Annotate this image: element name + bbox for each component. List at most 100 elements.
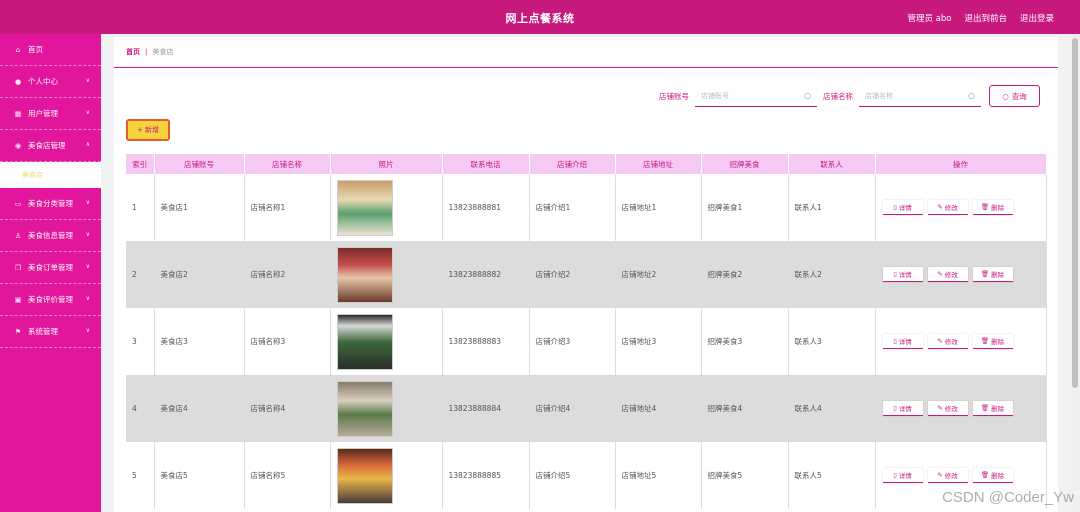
flag-icon: ⚑ (14, 327, 22, 336)
scrollbar-thumb[interactable] (1072, 38, 1078, 388)
cell-index: 5 (126, 442, 155, 509)
cell-index: 2 (126, 241, 155, 308)
chevron-down-icon: ∨ (85, 77, 90, 84)
sidebar-subitem-shop[interactable]: 美食店 (0, 162, 101, 188)
table-row: 5 美食店5 店铺名称5 13823888885 店铺介绍5 店铺地址5 招牌美食5 联系人5… (126, 442, 1047, 509)
cell-contact: 联系人3 (788, 308, 876, 375)
breadcrumb-home[interactable]: 首页 (126, 47, 140, 57)
cell-phone: 13823888885 (442, 442, 530, 509)
cell-contact: 联系人2 (788, 241, 876, 308)
cell-dish: 招牌美食4 (701, 375, 789, 442)
review-icon: ▣ (14, 295, 22, 304)
delete-button[interactable]: 🗑 删除 (972, 401, 1013, 416)
cell-name: 店铺名称3 (244, 308, 331, 375)
col-header-name: 店铺名称 (244, 154, 331, 174)
shop-table: 索引 店铺账号 店铺名称 照片 联系电话 店铺介绍 店铺地址 招牌美食 联系人 … (126, 154, 1047, 509)
cell-contact: 联系人5 (788, 442, 876, 509)
chevron-down-icon: ∨ (85, 199, 90, 206)
chevron-up-icon: ∧ (85, 141, 90, 148)
search-icon: ○ (1002, 91, 1009, 101)
shop-photo[interactable] (336, 313, 393, 370)
sidebar-item-home[interactable]: ⌂ 首页 (0, 34, 101, 66)
sidebar-item-label: 美食店管理 (28, 141, 66, 150)
cell-address: 店铺地址1 (615, 174, 702, 241)
sidebar-item-label: 美食订单管理 (28, 263, 73, 272)
delete-button[interactable]: 🗑 删除 (972, 200, 1013, 215)
shop-photo[interactable] (336, 380, 393, 437)
chevron-down-icon: ∨ (85, 295, 90, 302)
search-button[interactable]: ○ 查询 (989, 85, 1040, 107)
detail-button[interactable]: ▯ 详情 (882, 334, 923, 349)
cell-intro: 店铺介绍5 (529, 442, 616, 509)
category-icon: ▭ (14, 199, 22, 208)
user-icon: ● (14, 77, 22, 86)
shop-name-input[interactable]: 店铺名称 ○ (859, 86, 981, 107)
location-icon: ◉ (14, 141, 22, 150)
submenu-label: 美食店 (22, 171, 43, 179)
shop-name-label: 店铺名称 (823, 91, 853, 101)
cell-account: 美食店4 (154, 375, 245, 442)
cell-photo (330, 442, 443, 509)
detail-button[interactable]: ▯ 详情 (882, 468, 923, 483)
cell-phone: 13823888881 (442, 174, 530, 241)
detail-icon: ▯ (893, 337, 897, 345)
header-actions: 管理员 abo 退出到前台 退出登录 (907, 12, 1054, 24)
sidebar-item-users[interactable]: ▦ 用户管理 ∨ (0, 98, 101, 130)
sidebar-item-categories[interactable]: ▭ 美食分类管理 ∨ (0, 188, 101, 220)
breadcrumb-current: 美食店 (152, 48, 174, 56)
col-header-dish: 招牌美食 (701, 154, 789, 174)
cell-intro: 店铺介绍4 (529, 375, 616, 442)
cell-address: 店铺地址5 (615, 442, 702, 509)
edit-icon: ✎ (937, 270, 943, 278)
sidebar-item-label: 美食分类管理 (28, 199, 73, 208)
page-scrollbar[interactable] (1070, 34, 1080, 512)
watermark: CSDN @Coder_Yw (942, 489, 1074, 506)
detail-button[interactable]: ▯ 详情 (882, 267, 923, 282)
sidebar-item-label: 美食评价管理 (28, 295, 73, 304)
col-header-phone: 联系电话 (442, 154, 530, 174)
sidebar-item-system[interactable]: ⚑ 系统管理 ∨ (0, 316, 101, 348)
shop-photo[interactable] (336, 447, 393, 504)
cell-account: 美食店5 (154, 442, 245, 509)
cell-actions: ▯ 详情 ✎ 修改 🗑 删除 (875, 241, 1047, 308)
chevron-down-icon: ∨ (85, 109, 90, 116)
breadcrumb-separator: | (145, 48, 148, 56)
add-button[interactable]: + 新增 (126, 119, 170, 141)
sidebar-item-food-info[interactable]: ♙ 美食信息管理 ∨ (0, 220, 101, 252)
sidebar-item-reviews[interactable]: ▣ 美食评价管理 ∨ (0, 284, 101, 316)
cell-intro: 店铺介绍1 (529, 174, 616, 241)
col-header-address: 店铺地址 (615, 154, 702, 174)
edit-button[interactable]: ✎ 修改 (927, 267, 968, 282)
cell-phone: 13823888882 (442, 241, 530, 308)
shop-photo[interactable] (336, 246, 393, 303)
edit-button[interactable]: ✎ 修改 (927, 200, 968, 215)
shop-account-input[interactable]: 店铺账号 ○ (695, 86, 817, 107)
shop-photo[interactable] (336, 179, 393, 236)
logout-link[interactable]: 退出登录 (1020, 12, 1054, 24)
back-to-front-link[interactable]: 退出到前台 (964, 12, 1007, 24)
sidebar-item-shops[interactable]: ◉ 美食店管理 ∧ (0, 130, 101, 162)
cell-account: 美食店2 (154, 241, 245, 308)
search-icon: ○ (804, 91, 811, 100)
detail-icon: ▯ (893, 404, 897, 412)
edit-button[interactable]: ✎ 修改 (927, 468, 968, 483)
trash-icon: 🗑 (980, 270, 990, 278)
cell-photo (330, 375, 443, 442)
trash-icon: 🗑 (980, 203, 990, 211)
cell-dish: 招牌美食2 (701, 241, 789, 308)
trash-icon: 🗑 (980, 337, 990, 345)
sidebar-item-orders[interactable]: ❐ 美食订单管理 ∨ (0, 252, 101, 284)
edit-button[interactable]: ✎ 修改 (927, 401, 968, 416)
cell-index: 1 (126, 174, 155, 241)
delete-button[interactable]: 🗑 删除 (972, 334, 1013, 349)
sidebar: ⌂ 首页 ● 个人中心 ∨ ▦ 用户管理 ∨ ◉ 美食店管理 ∧ 美食店 ▭ 美… (0, 34, 101, 512)
delete-button[interactable]: 🗑 删除 (972, 267, 1013, 282)
delete-button[interactable]: 🗑 删除 (972, 468, 1013, 483)
sidebar-item-profile[interactable]: ● 个人中心 ∨ (0, 66, 101, 98)
table-row: 4 美食店4 店铺名称4 13823888884 店铺介绍4 店铺地址4 招牌美食4 联系人4… (126, 375, 1047, 442)
edit-button[interactable]: ✎ 修改 (927, 334, 968, 349)
detail-button[interactable]: ▯ 详情 (882, 401, 923, 416)
sidebar-item-label: 系统管理 (28, 327, 58, 336)
detail-button[interactable]: ▯ 详情 (882, 200, 923, 215)
cell-actions: ▯ 详情 ✎ 修改 🗑 删除 (875, 308, 1047, 375)
